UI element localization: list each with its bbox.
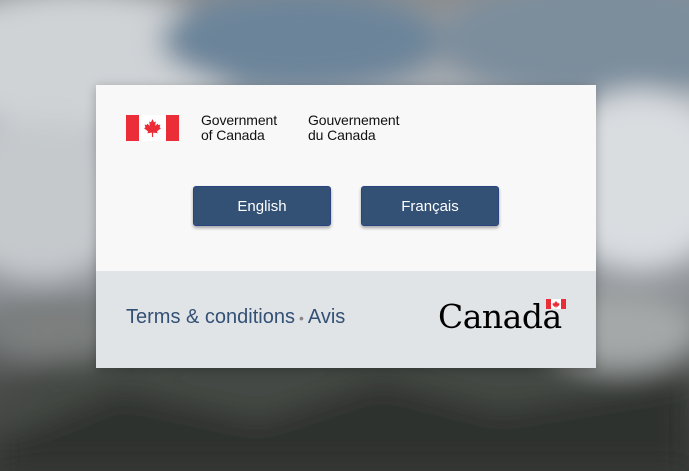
- francais-button[interactable]: Français: [361, 186, 499, 226]
- terms-conditions-link[interactable]: Terms & conditions: [126, 306, 295, 328]
- footer-links: Terms & conditions • Avis: [126, 305, 345, 330]
- english-button[interactable]: English: [193, 186, 331, 226]
- canada-wordmark: Canada: [438, 299, 566, 335]
- signature-en-line2: of Canada: [201, 127, 265, 143]
- canada-wordmark-text: Canada: [438, 297, 562, 336]
- card-header-panel: Government of Canada Gouvernement du Can…: [96, 85, 596, 271]
- signature-en-line1: Government: [201, 112, 278, 128]
- signature-french: Gouvernement du Canada: [308, 112, 400, 143]
- signature-fr-line2: du Canada: [308, 127, 376, 143]
- splash-card: Government of Canada Gouvernement du Can…: [96, 85, 596, 368]
- wordmark-flag-icon: [546, 299, 566, 309]
- avis-link[interactable]: Avis: [308, 306, 345, 328]
- canada-flag-icon: [126, 115, 179, 141]
- signature-english: Government of Canada: [201, 113, 277, 143]
- link-separator: •: [298, 310, 304, 326]
- signature-fr-line1: Gouvernement: [308, 112, 400, 128]
